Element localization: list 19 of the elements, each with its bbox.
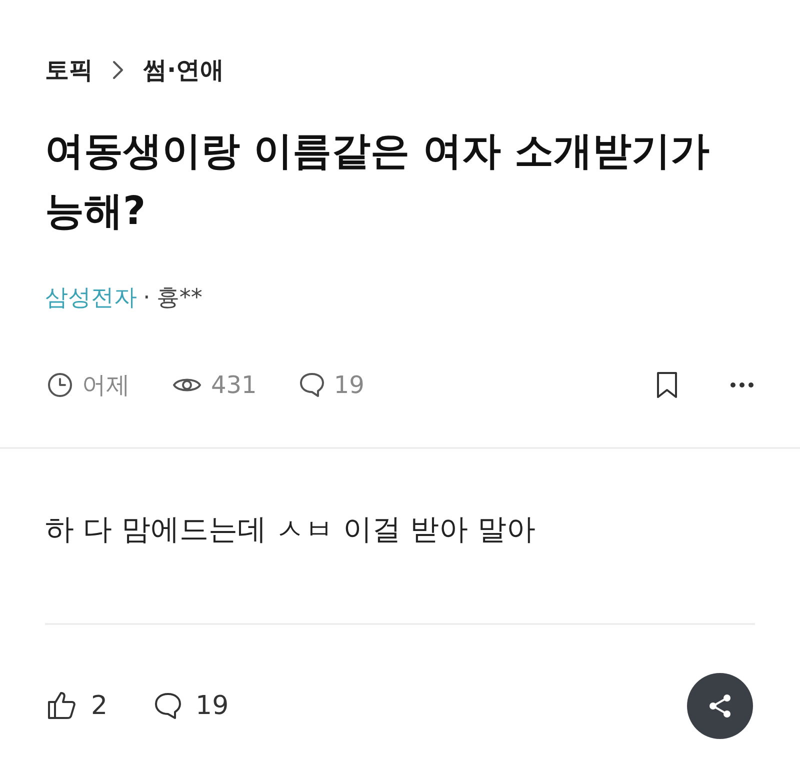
breadcrumb-link[interactable]: 썸·연애	[143, 54, 224, 86]
post-body-text: 하 다 맘에드는데 ㅅㅂ 이걸 받아 말아	[45, 511, 536, 548]
clock-icon	[47, 372, 73, 398]
chevron-icon	[111, 60, 125, 80]
breadcrumb-link[interactable]: 토픽	[45, 54, 93, 86]
separator-dot: ·	[143, 284, 150, 310]
more-icon[interactable]	[729, 381, 755, 389]
view-count: 431	[211, 371, 257, 399]
comment-count: 19	[334, 371, 364, 399]
bookmark-icon[interactable]	[655, 371, 679, 399]
comment-icon	[298, 372, 325, 398]
author-name: 흉**	[156, 284, 202, 313]
post-title: 여동생이랑 이름같은 여자 소개받기가 능해?	[45, 128, 711, 236]
like-count: 2	[91, 691, 108, 721]
post-time: 어제	[82, 370, 130, 401]
comment-icon[interactable]	[154, 692, 182, 720]
share-icon	[708, 693, 732, 719]
thumbs-up-icon[interactable]	[47, 690, 77, 722]
comment-count: 19	[196, 691, 229, 721]
